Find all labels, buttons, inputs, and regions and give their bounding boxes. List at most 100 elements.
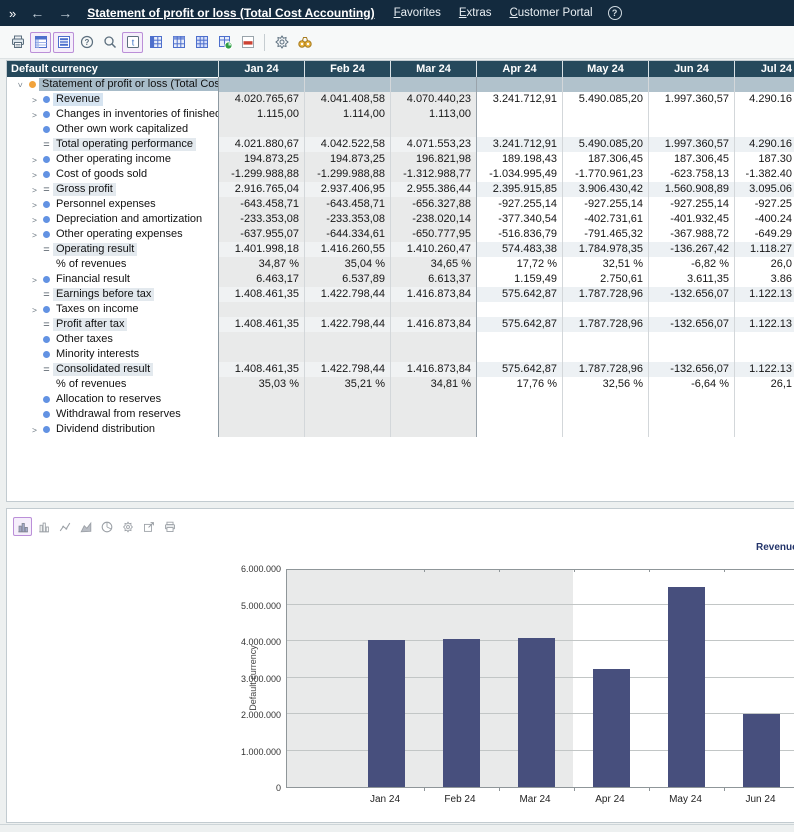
expand-panel-icon[interactable]: » — [0, 6, 23, 21]
table-cell[interactable]: -132.656,07 — [648, 317, 734, 332]
table-cell[interactable]: -367.988,72 — [648, 227, 734, 242]
row-label-cell[interactable]: >Other operating income — [7, 152, 218, 167]
row-label-cell[interactable]: =Earnings before tax — [7, 287, 218, 302]
table-cell[interactable] — [390, 407, 476, 422]
expand-chevron-icon[interactable]: > — [29, 155, 40, 165]
table-cell[interactable]: 1.422.798,44 — [304, 287, 390, 302]
table-cell[interactable]: 1.408.461,35 — [218, 317, 304, 332]
table-row[interactable]: >Revenue4.020.765,674.041.408,584.070.44… — [7, 92, 794, 107]
table-cell[interactable]: 187.30 — [734, 152, 794, 167]
column-chart-icon[interactable] — [34, 517, 53, 536]
table-cell[interactable]: -1.770.961,23 — [562, 167, 648, 182]
column-header-may-24[interactable]: May 24 — [562, 61, 648, 77]
expand-chevron-icon[interactable]: > — [29, 215, 40, 225]
expand-chevron-icon[interactable]: > — [29, 95, 40, 105]
table-cell[interactable] — [734, 302, 794, 317]
row-label-cell[interactable]: Withdrawal from reserves — [7, 407, 218, 422]
table-rows-icon[interactable] — [53, 32, 74, 53]
table-cell[interactable]: -238.020,14 — [390, 212, 476, 227]
table-cell[interactable]: -643.458,71 — [304, 197, 390, 212]
table-cell[interactable] — [476, 107, 562, 122]
table-cell[interactable]: -402.731,61 — [562, 212, 648, 227]
table-cell[interactable]: 3.241.712,91 — [476, 137, 562, 152]
table-row[interactable]: >Depreciation and amortization-233.353,0… — [7, 212, 794, 227]
table-cell[interactable] — [648, 107, 734, 122]
binoculars-icon[interactable] — [294, 32, 315, 53]
table-cell[interactable]: -136.267,42 — [648, 242, 734, 257]
table-cell[interactable]: -1.034.995,49 — [476, 167, 562, 182]
settings-star-icon[interactable] — [271, 32, 292, 53]
table-cell[interactable] — [476, 422, 562, 437]
pie-chart-icon[interactable] — [97, 517, 116, 536]
table-cell[interactable] — [562, 107, 648, 122]
table-cell[interactable]: -656.327,88 — [390, 197, 476, 212]
table-cell[interactable]: 189.198,43 — [476, 152, 562, 167]
table-cell[interactable]: 1.408.461,35 — [218, 362, 304, 377]
table-cell[interactable]: -516.836,79 — [476, 227, 562, 242]
table-cell[interactable]: -623.758,13 — [648, 167, 734, 182]
grid-chart-icon[interactable] — [214, 32, 235, 53]
table-cell[interactable]: 1.122.13 — [734, 317, 794, 332]
table-cell[interactable]: 6.463,17 — [218, 272, 304, 287]
table-cell[interactable] — [562, 422, 648, 437]
table-cell[interactable]: -637.955,07 — [218, 227, 304, 242]
column-header-feb-24[interactable]: Feb 24 — [304, 61, 390, 77]
table-cell[interactable] — [390, 77, 476, 92]
table-row[interactable]: >Taxes on income — [7, 302, 794, 317]
table-cell[interactable]: -1.312.988,77 — [390, 167, 476, 182]
row-label-cell[interactable]: >Cost of goods sold — [7, 167, 218, 182]
table-cell[interactable]: 5.490.085,20 — [562, 92, 648, 107]
grid-red-icon[interactable] — [237, 32, 258, 53]
table-cell[interactable] — [304, 392, 390, 407]
row-label-cell[interactable]: =Profit after tax — [7, 317, 218, 332]
table-cell[interactable]: 1.422.798,44 — [304, 317, 390, 332]
table-cell[interactable]: 4.042.522,58 — [304, 137, 390, 152]
table-cell[interactable]: 4.041.408,58 — [304, 92, 390, 107]
table-cell[interactable]: 575.642,87 — [476, 317, 562, 332]
table-cell[interactable]: -650.777,95 — [390, 227, 476, 242]
table-cell[interactable]: 34,81 % — [390, 377, 476, 392]
table-cell[interactable]: 4.290.16 — [734, 137, 794, 152]
printer-small-icon[interactable] — [160, 517, 179, 536]
table-cell[interactable]: -132.656,07 — [648, 287, 734, 302]
row-label-cell[interactable]: >Dividend distribution — [7, 422, 218, 437]
table-cell[interactable]: 1.122.13 — [734, 287, 794, 302]
table-cell[interactable] — [304, 77, 390, 92]
table-cell[interactable]: 17,72 % — [476, 257, 562, 272]
table-cell[interactable] — [390, 392, 476, 407]
table-cell[interactable]: 1.114,00 — [304, 107, 390, 122]
table-cell[interactable] — [476, 347, 562, 362]
table-cell[interactable]: 1.113,00 — [390, 107, 476, 122]
table-cell[interactable]: -643.458,71 — [218, 197, 304, 212]
table-cell[interactable]: 575.642,87 — [476, 287, 562, 302]
table-cell[interactable]: 4.021.880,67 — [218, 137, 304, 152]
table-row[interactable]: =Consolidated result1.408.461,351.422.79… — [7, 362, 794, 377]
expand-chevron-icon[interactable]: > — [29, 425, 40, 435]
table-cell[interactable] — [218, 122, 304, 137]
column-header-jan-24[interactable]: Jan 24 — [218, 61, 304, 77]
table-cell[interactable]: -233.353,08 — [218, 212, 304, 227]
export-icon[interactable] — [139, 517, 158, 536]
table-cell[interactable] — [304, 407, 390, 422]
row-label-cell[interactable]: >Statement of profit or loss (Total Cost… — [7, 77, 218, 92]
expand-chevron-icon[interactable]: > — [29, 110, 40, 120]
grid-plain-icon[interactable] — [191, 32, 212, 53]
table-cell[interactable]: -927.25 — [734, 197, 794, 212]
chart-bar-may-24[interactable] — [668, 587, 705, 787]
column-header-jul-24[interactable]: Jul 24 — [734, 61, 794, 77]
table-cell[interactable] — [390, 422, 476, 437]
row-label-cell[interactable]: >Personnel expenses — [7, 197, 218, 212]
table-cell[interactable] — [304, 332, 390, 347]
table-row[interactable]: Other taxes — [7, 332, 794, 347]
table-cell[interactable]: -401.932,45 — [648, 212, 734, 227]
table-cell[interactable]: 4.071.553,23 — [390, 137, 476, 152]
table-cell[interactable]: -377.340,54 — [476, 212, 562, 227]
menu-item-extras[interactable]: Extras — [450, 7, 501, 19]
table-row[interactable]: Withdrawal from reserves — [7, 407, 794, 422]
table-cell[interactable] — [734, 347, 794, 362]
table-row[interactable]: >Personnel expenses-643.458,71-643.458,7… — [7, 197, 794, 212]
table-cell[interactable] — [218, 392, 304, 407]
table-cell[interactable]: 32,56 % — [562, 377, 648, 392]
table-cell[interactable] — [648, 347, 734, 362]
forward-arrow-icon[interactable]: → — [51, 5, 79, 21]
